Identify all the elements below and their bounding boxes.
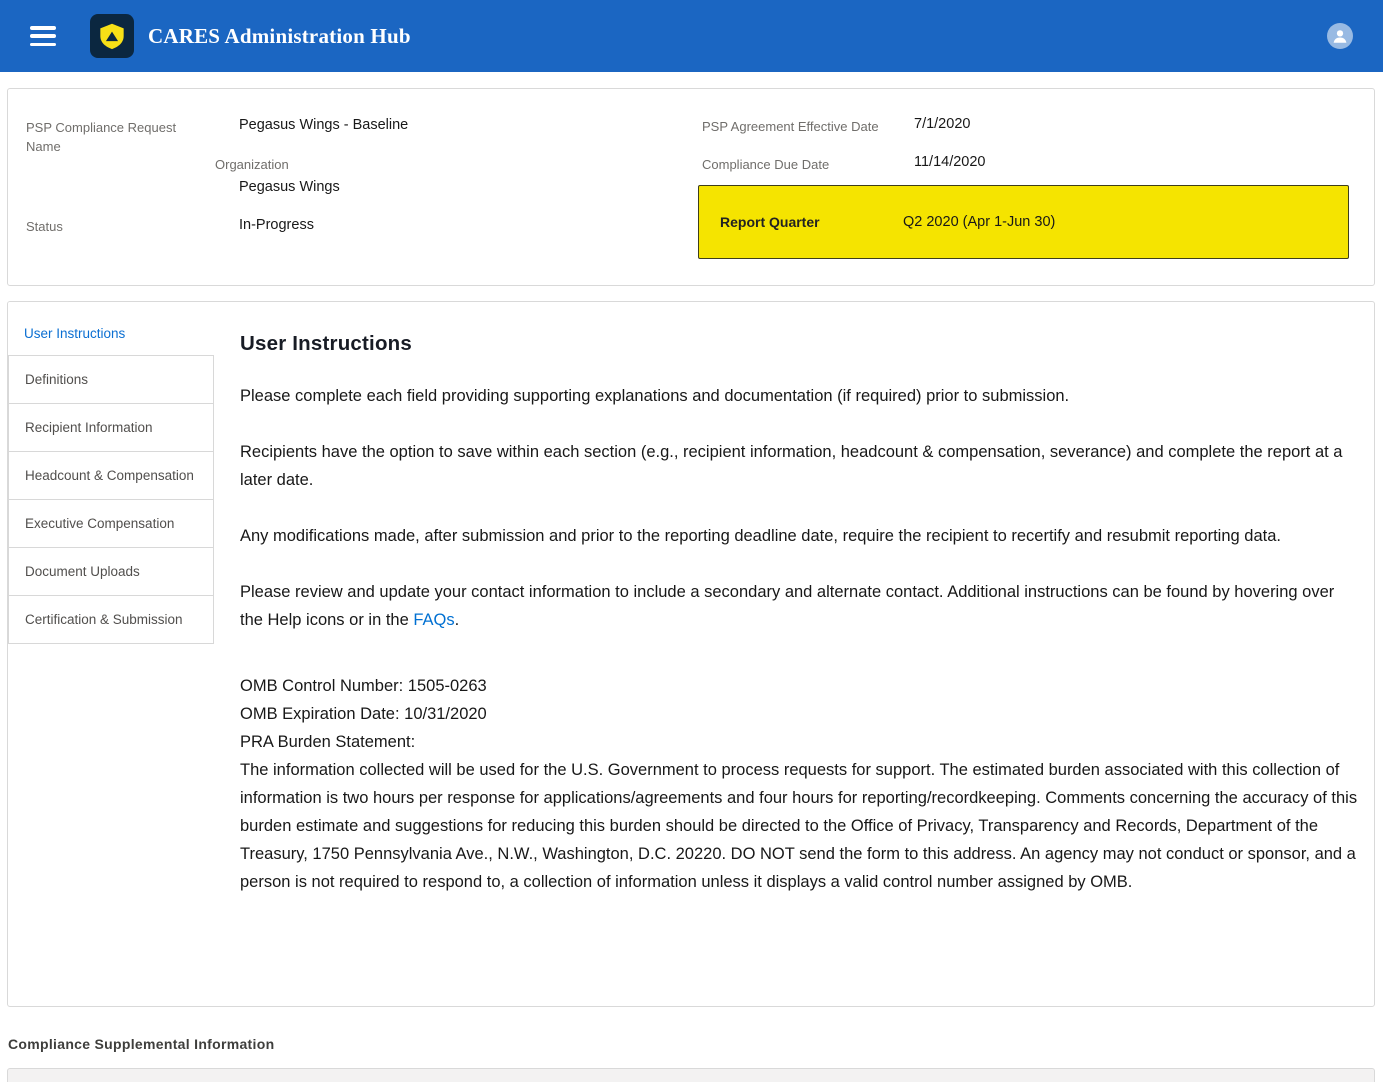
omb-expiration-date: OMB Expiration Date: 10/31/2020	[240, 700, 1358, 728]
status-value: In-Progress	[239, 215, 314, 235]
tab-definitions[interactable]: Definitions	[8, 355, 214, 404]
person-icon	[1331, 27, 1349, 45]
effective-date-value: 7/1/2020	[914, 114, 970, 134]
page-title: User Instructions	[240, 332, 1358, 356]
report-quarter-value: Q2 2020 (Apr 1-Jun 30)	[895, 214, 1055, 230]
faqs-link[interactable]: FAQs	[413, 611, 454, 629]
compliance-form-card: User Instructions Definitions Recipient …	[7, 301, 1375, 1007]
tab-executive-compensation[interactable]: Executive Compensation	[8, 499, 214, 548]
tab-recipient-information[interactable]: Recipient Information	[8, 403, 214, 452]
user-avatar-button[interactable]	[1327, 23, 1353, 49]
instructions-paragraph-2: Recipients have the option to save withi…	[240, 438, 1358, 494]
pra-burden-label: PRA Burden Statement:	[240, 728, 1358, 756]
effective-date-label: PSP Agreement Effective Date	[702, 118, 879, 137]
app-logo	[90, 14, 134, 58]
app-title: CARES Administration Hub	[148, 24, 411, 49]
report-quarter-label: Report Quarter	[699, 214, 895, 230]
request-name-label: PSP Compliance Request Name	[26, 119, 186, 157]
instructions-paragraph-1: Please complete each field providing sup…	[240, 382, 1358, 410]
supplemental-section-title: Compliance Supplemental Information	[8, 1036, 1383, 1052]
paragraph-4-period: .	[455, 611, 460, 629]
organization-label: Organization	[215, 156, 289, 175]
tab-headcount-compensation[interactable]: Headcount & Compensation	[8, 451, 214, 500]
omb-block: OMB Control Number: 1505-0263 OMB Expira…	[240, 672, 1358, 896]
supplemental-section-card	[7, 1068, 1375, 1082]
request-name-value: Pegasus Wings - Baseline	[239, 115, 408, 135]
omb-control-number: OMB Control Number: 1505-0263	[240, 672, 1358, 700]
instructions-content: User Instructions Please complete each f…	[214, 302, 1374, 1006]
compliance-summary-card: PSP Compliance Request Name Pegasus Wing…	[7, 88, 1375, 286]
pra-burden-statement: The information collected will be used f…	[240, 756, 1358, 896]
hamburger-menu-icon[interactable]	[30, 26, 56, 46]
tab-document-uploads[interactable]: Document Uploads	[8, 547, 214, 596]
tab-user-instructions[interactable]: User Instructions	[8, 302, 214, 355]
due-date-value: 11/14/2020	[914, 152, 986, 172]
top-navbar: CARES Administration Hub	[0, 0, 1383, 72]
status-label: Status	[26, 218, 63, 237]
section-tabs: User Instructions Definitions Recipient …	[8, 302, 214, 1006]
due-date-label: Compliance Due Date	[702, 156, 829, 175]
instructions-paragraph-4: Please review and update your contact in…	[240, 578, 1358, 634]
report-quarter-highlight: Report Quarter Q2 2020 (Apr 1-Jun 30)	[698, 185, 1349, 259]
tab-certification-submission[interactable]: Certification & Submission	[8, 595, 214, 644]
paragraph-4-text: Please review and update your contact in…	[240, 583, 1334, 629]
shield-icon	[98, 22, 126, 50]
instructions-paragraph-3: Any modifications made, after submission…	[240, 522, 1358, 550]
organization-value: Pegasus Wings	[239, 177, 340, 197]
